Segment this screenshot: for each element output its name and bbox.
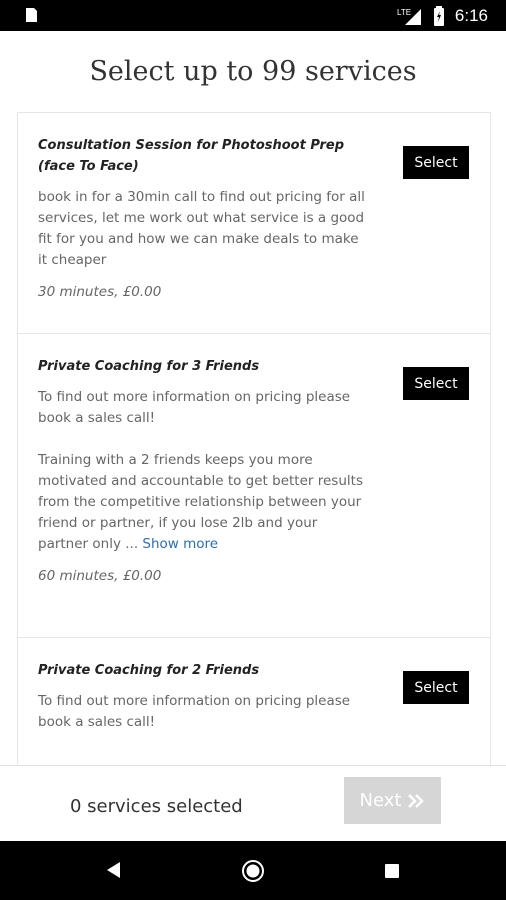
description-text: To find out more information on pricing …: [38, 693, 351, 730]
service-card: Private Coaching for 3 Friends To find o…: [18, 334, 490, 638]
service-list[interactable]: Consultation Session for Photoshoot Prep…: [17, 112, 491, 766]
service-duration-price: 60 minutes, £0.00: [38, 568, 162, 584]
signal-icon: LTE: [397, 8, 421, 25]
service-description: To find out more information on pricing …: [38, 691, 368, 733]
select-button[interactable]: Select: [403, 146, 469, 179]
service-card: Consultation Session for Photoshoot Prep…: [18, 113, 490, 334]
select-button[interactable]: Select: [403, 367, 469, 400]
selected-count: 0 services selected: [70, 796, 243, 817]
battery-icon: [433, 6, 444, 26]
sd-card-icon: [26, 8, 37, 22]
clock: 6:16: [454, 6, 488, 25]
service-card: Private Coaching for 2 Friends To find o…: [18, 638, 490, 766]
system-nav-bar: [0, 841, 506, 900]
double-chevron-right-icon: [408, 793, 425, 808]
page-title: Select up to 99 services: [89, 56, 417, 87]
service-title: Private Coaching for 3 Friends: [38, 359, 260, 374]
service-description: book in for a 30min call to find out pri…: [38, 187, 368, 271]
selection-footer: 0 services selected Next: [0, 765, 506, 841]
service-title: Consultation Session for Photoshoot Prep…: [38, 138, 345, 174]
home-icon[interactable]: [241, 859, 265, 883]
next-button[interactable]: Next: [344, 777, 441, 824]
status-bar: LTE 6:16: [0, 0, 506, 31]
back-icon[interactable]: [104, 860, 122, 880]
select-button[interactable]: Select: [403, 671, 469, 704]
description-text: book in for a 30min call to find out pri…: [38, 189, 365, 268]
recents-icon[interactable]: [384, 863, 400, 879]
description-text: Training with a 2 friends keeps you more…: [38, 452, 363, 552]
description-text: To find out more information on pricing …: [38, 389, 351, 426]
service-description: To find out more information on pricing …: [38, 387, 368, 555]
service-duration-price: 30 minutes, £0.00: [38, 284, 162, 300]
show-more-link[interactable]: Show more: [142, 536, 218, 552]
service-title: Private Coaching for 2 Friends: [38, 663, 260, 678]
next-label: Next: [359, 790, 402, 811]
network-label: LTE: [397, 8, 411, 17]
